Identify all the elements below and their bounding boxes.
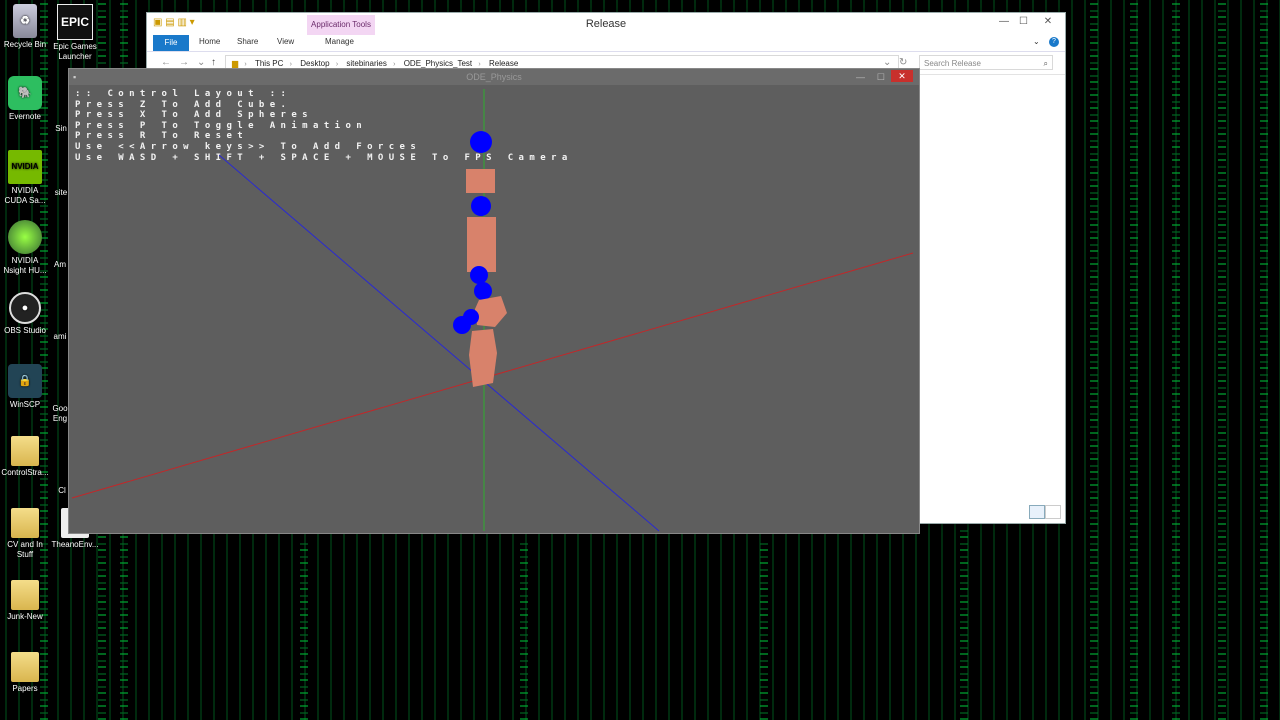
render-viewport[interactable]: :: Control Layout :: Press Z To Add Cube… [69,85,919,533]
back-arrow-icon[interactable]: ← [161,57,171,68]
large-icons-view-icon[interactable] [1045,505,1061,519]
search-icon: ⌕ [1043,59,1048,68]
ode-physics-window[interactable]: ▪ ODE_Physics — ☐ ✕ :: Control Layout ::… [68,68,920,534]
control-layout-text: :: Control Layout :: Press Z To Add Cube… [75,89,573,163]
sphere-object[interactable] [470,266,488,284]
sphere-object[interactable] [453,316,471,334]
cube-object[interactable] [475,296,507,327]
desktop-icon-obs-studio[interactable]: ● OBS Studio [0,292,50,336]
desktop-icon-winscp[interactable]: 🔒 WinSCP [0,364,50,410]
nvidia-icon: NVIDIA [8,150,42,184]
desktop-icon-papers[interactable]: Papers [0,652,50,694]
desktop-icon-cv-and-in-stuff[interactable]: CV and In Stuff [0,508,50,560]
evernote-icon: 🐘 [8,76,42,110]
desktop-icon-nvidia-cuda[interactable]: NVIDIA NVIDIA CUDA Sa... [0,150,50,206]
nsight-icon [8,220,42,254]
sphere-object[interactable] [471,196,491,216]
cube-object[interactable] [467,217,496,272]
maximize-icon[interactable]: ☐ [877,69,885,85]
cube-object[interactable] [466,169,495,193]
desktop-icon-evernote[interactable]: 🐘 Evernote [0,76,50,122]
desktop-icon-epic-games[interactable]: EPIC Epic Games Launcher [50,4,100,62]
obs-icon: ● [9,292,41,324]
partial-label: Am [54,260,66,269]
minimize-icon[interactable]: — [999,16,1009,27]
minimize-icon[interactable]: — [856,69,865,85]
desktop-icon-junk-new[interactable]: Junk-New [0,580,50,622]
winscp-icon: 🔒 [8,364,42,398]
desktop-icon-recycle-bin[interactable]: ♻ Recycle Bin [0,4,50,50]
app-icon: ▪ [73,72,77,82]
tab-file[interactable]: File [153,35,189,51]
ribbon-tabs: File Home Share View Manage ⌄ ? [147,35,1065,52]
tab-manage[interactable]: Manage [325,37,354,46]
close-icon[interactable]: ✕ [891,70,913,82]
recycle-bin-icon: ♻ [13,4,37,38]
tab-home[interactable]: Home [199,37,220,46]
cube-object[interactable] [469,329,497,387]
partial-label: Cl [58,486,66,495]
explorer-title: Release [585,18,627,30]
help-icon[interactable]: ? [1049,37,1059,47]
ode-titlebar[interactable]: ▪ ODE_Physics — ☐ ✕ [69,69,919,85]
epic-games-icon: EPIC [57,4,93,40]
tab-share[interactable]: Share [237,37,258,46]
details-view-icon[interactable] [1029,505,1045,519]
explorer-titlebar[interactable]: ▣ ▤ ▥ ▾ Application Tools Release — ☐ ✕ [147,13,1065,35]
partial-label: Sin [55,124,67,133]
sphere-object[interactable] [474,282,492,300]
up-arrow-icon[interactable]: ↑ [211,57,216,68]
forward-arrow-icon[interactable]: → [179,57,189,68]
tab-view[interactable]: View [277,37,294,46]
desktop-icon-controlstra[interactable]: ControlStra... [0,436,50,478]
folder-icon [11,436,39,466]
refresh-icon[interactable]: ↻ [899,57,907,68]
recent-locations-icon[interactable]: ⌄ [197,57,205,68]
ode-window-title: ODE_Physics [466,72,522,82]
search-input[interactable]: Search Release ⌕ [919,55,1053,70]
partial-label: Goo Eng [52,404,68,423]
ribbon-expand-icon[interactable]: ⌄ [1033,37,1040,46]
z-axis-line [218,154,660,532]
desktop-icon-nvidia-nsight[interactable]: NVIDIA Nsight HU... [0,220,50,276]
folder-icon [11,508,39,538]
maximize-icon[interactable]: ☐ [1019,16,1028,27]
address-dropdown-icon[interactable]: ⌄ [883,57,891,68]
close-icon[interactable]: ✕ [1037,16,1059,27]
folder-icon [11,580,39,610]
folder-icon [11,652,39,682]
partial-label: site [54,188,68,197]
partial-label: ami [53,332,67,341]
